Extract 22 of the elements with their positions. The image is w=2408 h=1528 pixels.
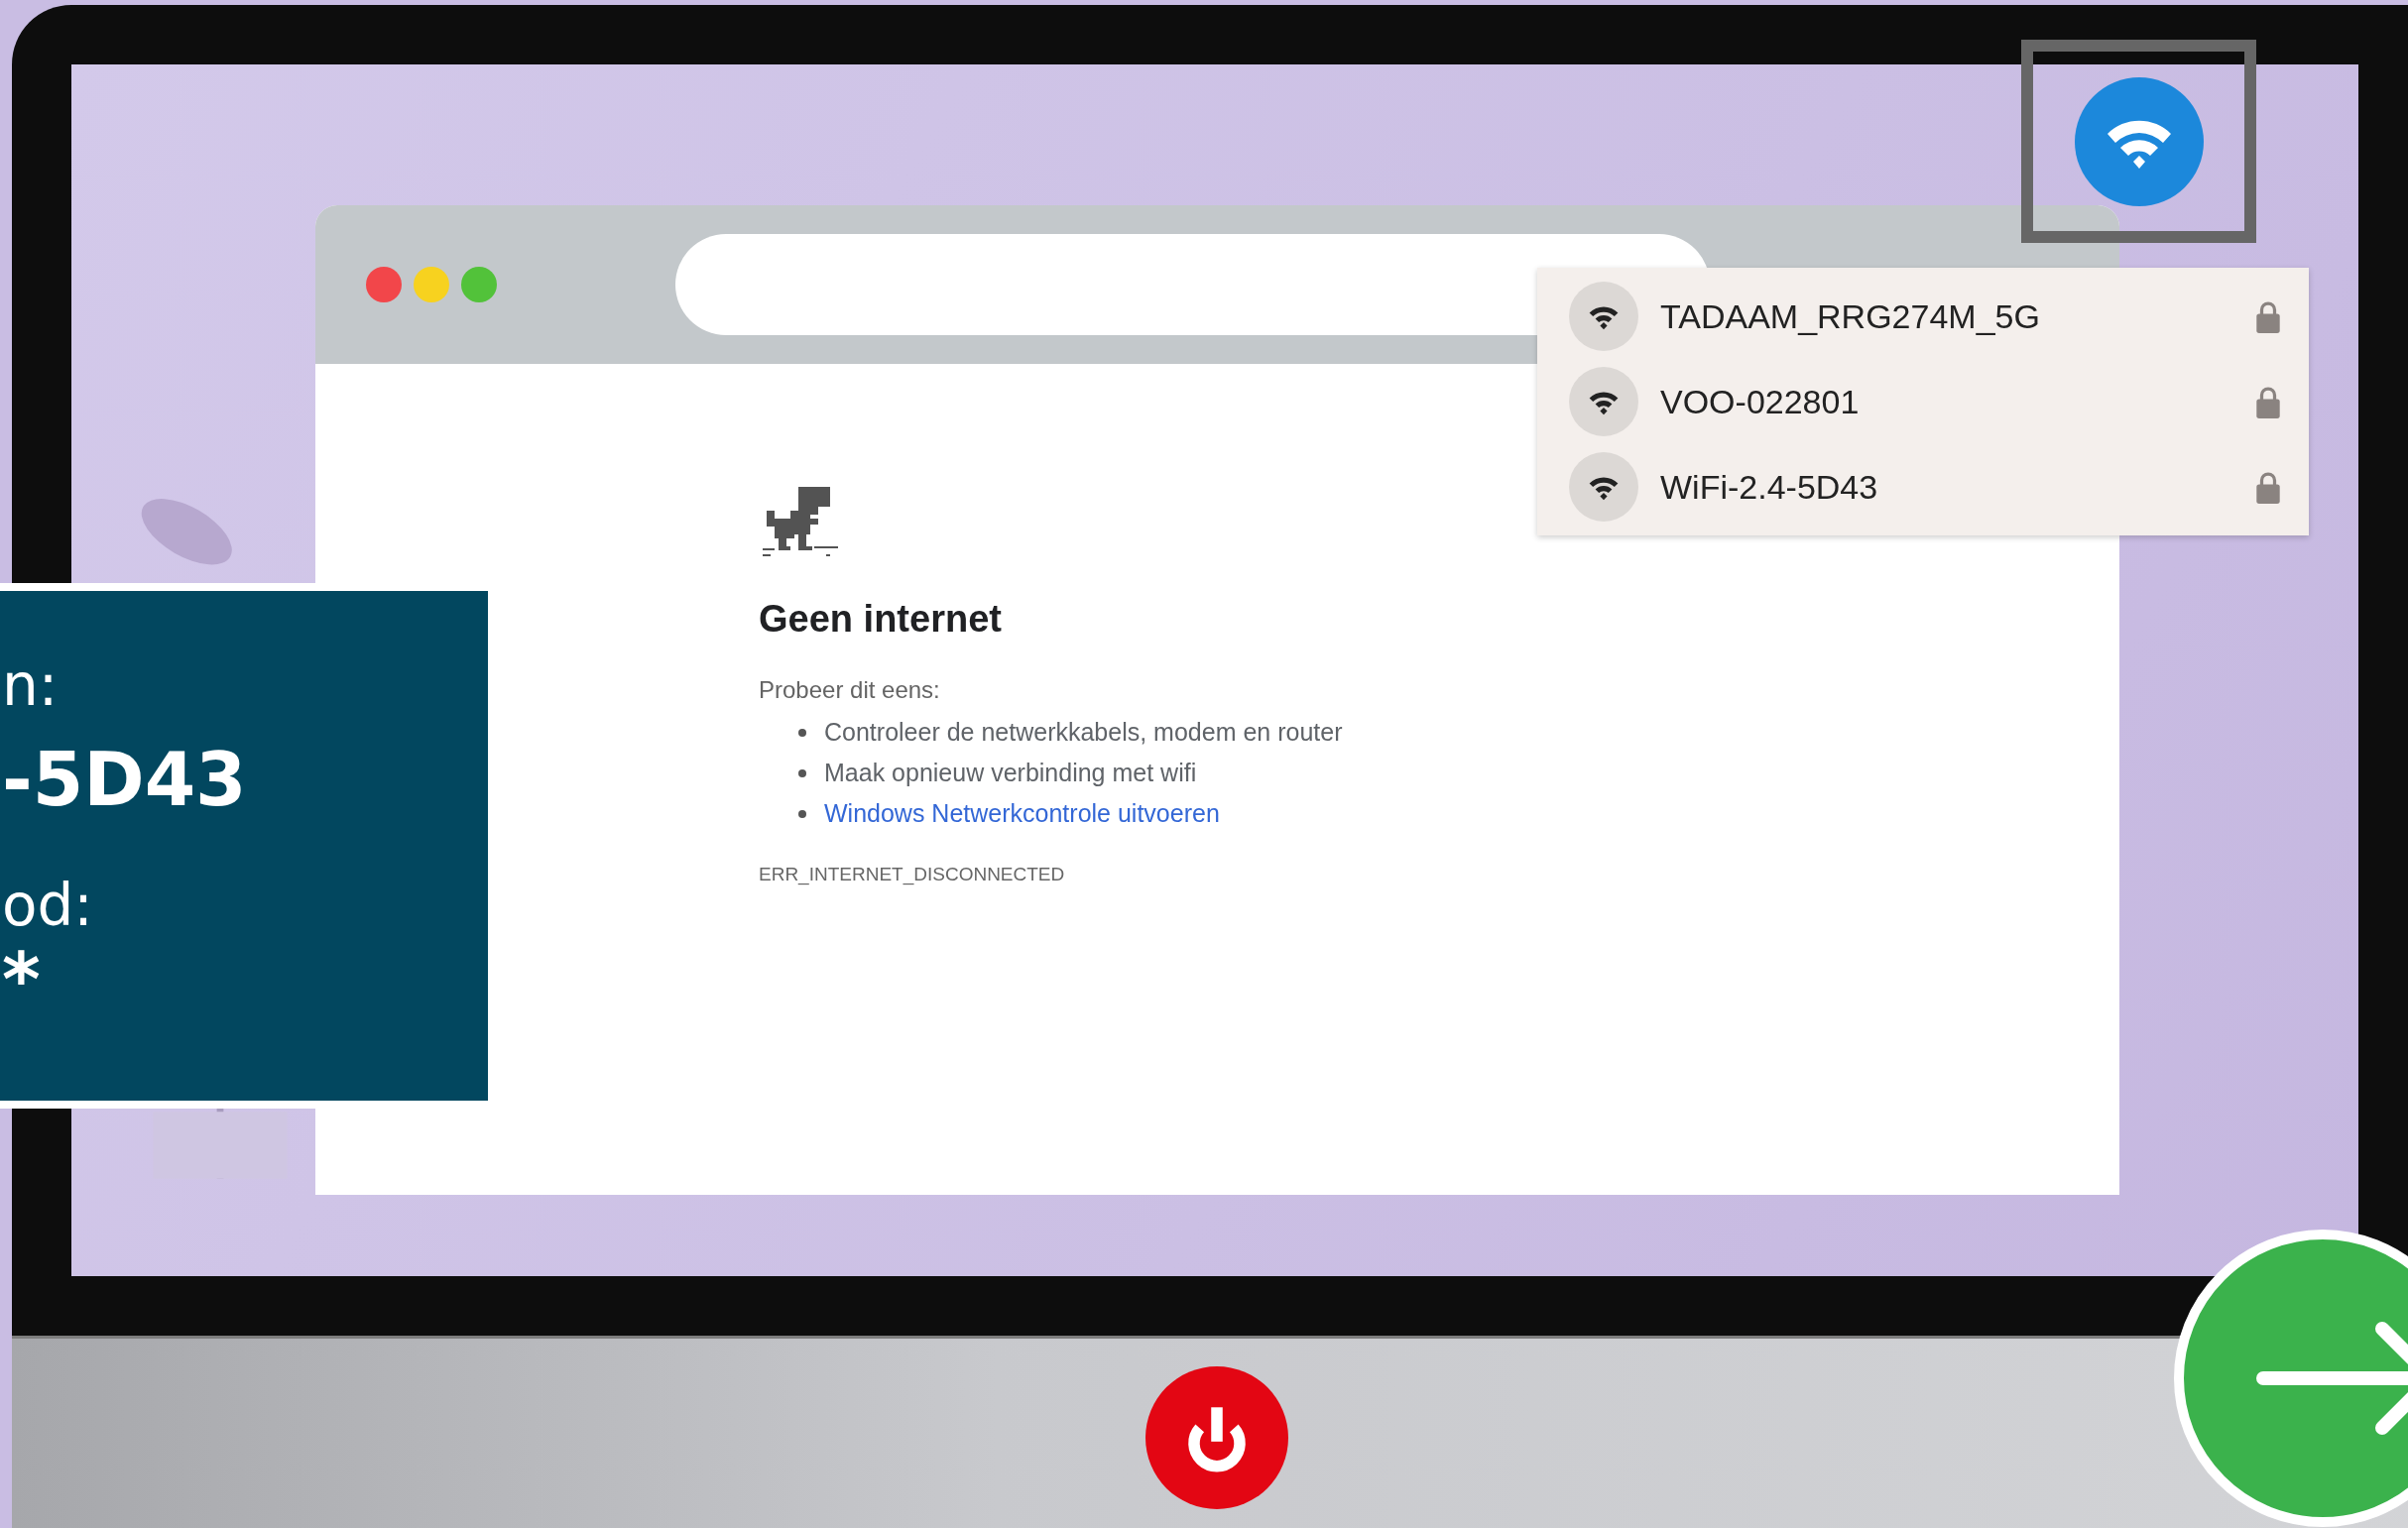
window-control-dot[interactable] [461,267,497,302]
window-control-dot[interactable] [414,267,449,302]
network-name: VOO-022801 [1660,382,1861,421]
bullet-icon [798,728,806,737]
bullet-icon [798,809,806,818]
error-code: ERR_INTERNET_DISCONNECTED [759,864,1066,885]
wifi-network-item[interactable]: WiFi-2.4-5D43 [1537,444,2309,529]
suggestion-text: Maak opnieuw verbinding met wifi [824,759,1197,787]
error-heading: Geen internet [759,598,1003,641]
troubleshoot-link[interactable]: Windows Netwerkcontrole uitvoeren [824,799,1220,828]
wifi-network-item[interactable]: TADAAM_RRG274M_5G [1537,274,2309,359]
info-label: od: [1,873,94,938]
info-value: -5D43 [1,738,248,821]
info-label: n: [1,652,60,718]
network-name: WiFi-2.4-5D43 [1660,467,1879,507]
window-control-dot[interactable] [366,267,402,302]
info-value: * [1,938,42,1021]
bullet-icon [798,768,806,777]
network-name: TADAAM_RRG274M_5G [1660,296,2041,336]
suggestion-text: Controleer de netwerkkabels, modem en router [824,718,1343,747]
wifi-network-item[interactable]: VOO-022801 [1537,359,2309,444]
prompt-text: Probeer dit eens: [759,676,941,704]
